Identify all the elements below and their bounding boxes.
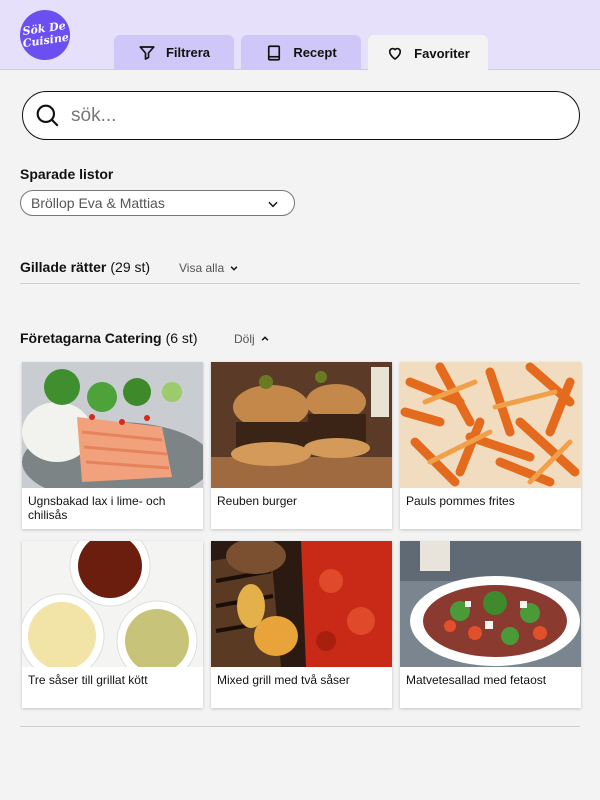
catering-title: Företagarna Catering	[20, 330, 162, 346]
grill-image	[211, 541, 392, 667]
hide-toggle[interactable]: Dölj	[234, 332, 270, 346]
salad-image	[400, 541, 581, 667]
logo[interactable]: Sök De Cuisine	[16, 6, 74, 64]
recipe-title: Matvetesallad med fetaost	[406, 673, 547, 687]
search-bar	[22, 91, 580, 140]
recipe-card[interactable]: Pauls pommes frites	[400, 362, 581, 529]
saved-lists-label: Sparade listor	[20, 166, 114, 182]
recipe-card[interactable]: Ugnsbakad lax i lime- och chilisås	[22, 362, 203, 529]
chevron-up-icon	[261, 336, 269, 341]
filter-icon	[139, 45, 155, 60]
saved-list-select[interactable]: Bröllop Eva & Mattias	[20, 190, 295, 216]
liked-title: Gillade rätter	[20, 259, 107, 275]
chevron-down-icon	[268, 201, 278, 208]
tab-label: Filtrera	[165, 45, 211, 60]
recipe-card[interactable]: Mixed grill med två såser	[211, 541, 392, 708]
show-all-toggle[interactable]: Visa alla	[179, 261, 239, 275]
tab-recept[interactable]: Recept	[241, 35, 361, 70]
chevron-down-icon	[230, 266, 238, 271]
burger-image	[211, 362, 392, 488]
catering-section-header: Företagarna Catering (6 st)	[20, 330, 197, 346]
hide-label: Dölj	[234, 332, 255, 346]
fries-image	[400, 362, 581, 488]
liked-section-header: Gillade rätter (29 st)	[20, 259, 150, 275]
recipe-title: Pauls pommes frites	[406, 494, 515, 508]
tab-label: Favoriter	[414, 45, 470, 61]
tab-label: Recept	[293, 45, 337, 60]
recipe-card[interactable]: Reuben burger	[211, 362, 392, 529]
recipe-title: Reuben burger	[217, 494, 298, 508]
book-icon	[268, 44, 281, 61]
search-input[interactable]	[71, 104, 551, 127]
catering-count: (6 st)	[165, 330, 198, 346]
recipe-title: Ugnsbakad lax i lime- och chilisås	[28, 494, 166, 522]
divider	[20, 726, 580, 727]
sauces-image	[22, 541, 203, 667]
divider	[20, 283, 580, 284]
salmon-image	[22, 362, 203, 488]
tab-filtrera[interactable]: Filtrera	[114, 35, 234, 70]
saved-list-value: Bröllop Eva & Mattias	[31, 195, 165, 211]
recipe-card[interactable]: Matvetesallad med fetaost	[400, 541, 581, 708]
recipe-card[interactable]: Tre såser till grillat kött	[22, 541, 203, 708]
heart-icon	[389, 47, 402, 60]
liked-count: (29 st)	[110, 259, 151, 275]
recipe-title: Mixed grill med två såser	[217, 673, 350, 687]
header-bar: Sök De Cuisine Filtrera Recept Favoriter	[0, 0, 600, 71]
recipe-title: Tre såser till grillat kött	[28, 673, 148, 687]
tab-favoriter[interactable]: Favoriter	[368, 35, 488, 71]
search-icon[interactable]	[35, 103, 61, 129]
show-all-label: Visa alla	[179, 261, 225, 275]
